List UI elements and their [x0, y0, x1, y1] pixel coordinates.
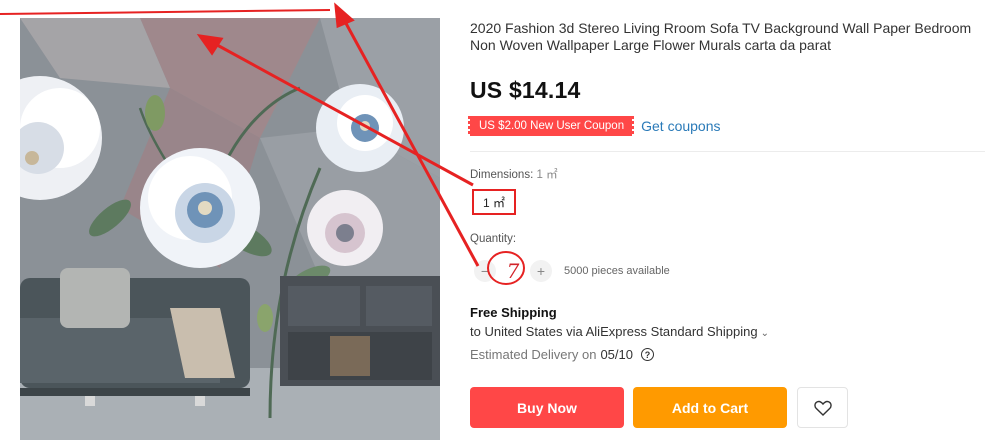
- delivery-date: 05/10: [600, 347, 633, 362]
- shipping-route-selector[interactable]: to United States via AliExpress Standard…: [470, 324, 769, 339]
- help-icon[interactable]: ?: [641, 348, 654, 361]
- shipping-title: Free Shipping: [470, 305, 557, 320]
- annotation-line-top: [0, 9, 331, 15]
- product-price: US $14.14: [470, 77, 581, 103]
- heart-icon: [813, 400, 832, 416]
- add-to-cart-button[interactable]: Add to Cart: [633, 387, 787, 428]
- product-title: 2020 Fashion 3d Stereo Living Rroom Sofa…: [470, 20, 972, 53]
- quantity-stepper: − 7 + 5000 pieces available: [474, 259, 670, 283]
- quantity-label: Quantity:: [470, 233, 517, 245]
- quantity-decrement-button[interactable]: −: [474, 260, 496, 282]
- quantity-input[interactable]: 7: [496, 259, 530, 283]
- dimensions-selected-value: 1 ㎡: [536, 169, 558, 181]
- chevron-down-icon: ⌄: [760, 328, 770, 339]
- quantity-increment-button[interactable]: +: [530, 260, 552, 282]
- delivery-label: Estimated Delivery on: [470, 347, 597, 362]
- estimated-delivery: Estimated Delivery on 05/10 ?: [470, 347, 654, 362]
- get-coupons-link[interactable]: Get coupons: [641, 118, 720, 134]
- mural-illustration: [20, 18, 440, 440]
- dimension-option-1sqm[interactable]: 1 ㎡: [472, 189, 516, 215]
- new-user-coupon-badge[interactable]: US $2.00 New User Coupon: [467, 116, 635, 136]
- shipping-route-text: to United States via AliExpress Standard…: [470, 324, 758, 339]
- divider: [470, 151, 985, 152]
- buy-now-button[interactable]: Buy Now: [470, 387, 624, 428]
- product-info: 2020 Fashion 3d Stereo Living Rroom Sofa…: [467, 0, 985, 444]
- coupon-row: US $2.00 New User Coupon Get coupons: [467, 116, 721, 136]
- pieces-available: 5000 pieces available: [564, 265, 670, 277]
- product-image[interactable]: [20, 18, 440, 440]
- wishlist-button[interactable]: [797, 387, 848, 428]
- dimensions-label: Dimensions: 1 ㎡: [470, 169, 558, 181]
